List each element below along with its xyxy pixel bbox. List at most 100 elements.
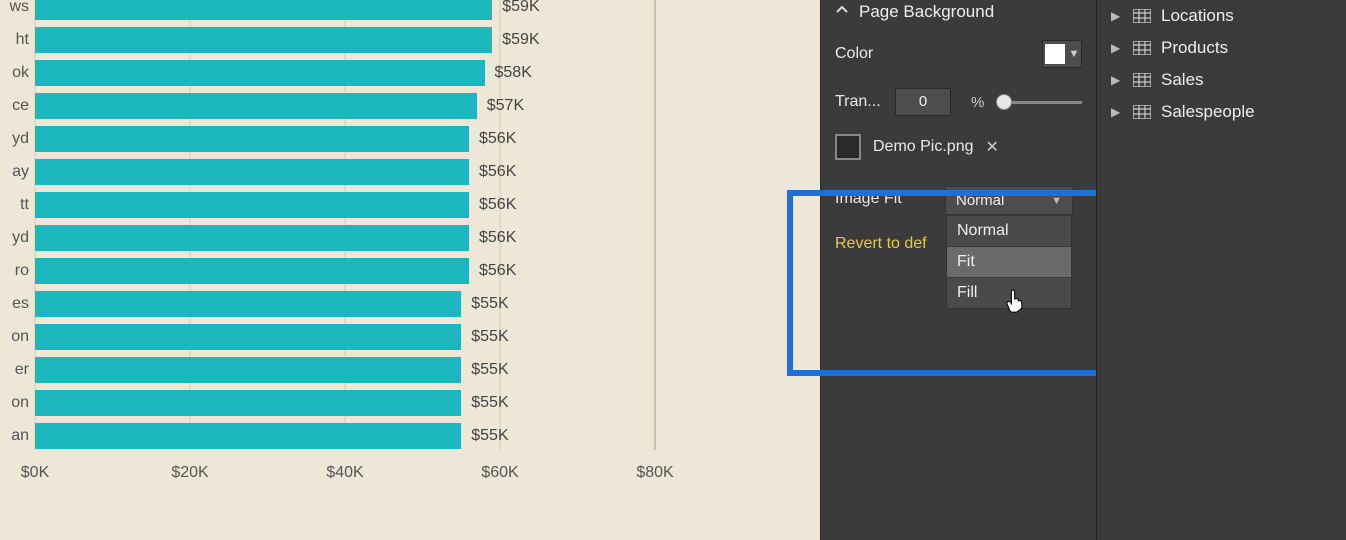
bar <box>35 60 485 86</box>
bar-row: an$55K <box>35 419 655 452</box>
bar-value-label: $55K <box>471 295 508 313</box>
image-filename: Demo Pic.png <box>873 138 974 156</box>
transparency-slider[interactable] <box>1004 88 1082 116</box>
x-axis: $0K$20K$40K$60K$80K <box>35 464 655 488</box>
image-thumbnail[interactable] <box>835 134 861 160</box>
transparency-input[interactable]: 0 <box>895 88 951 116</box>
table-icon <box>1133 9 1151 23</box>
bar <box>35 225 469 251</box>
bar-category-label: ay <box>0 163 35 181</box>
bar-category-label: ro <box>0 262 35 280</box>
color-row: Color ▼ <box>821 30 1096 78</box>
background-image-row: Demo Pic.png ✕ <box>821 126 1096 168</box>
image-fit-row: Image Fit Normal ▼ NormalFitFill <box>821 168 1096 225</box>
bar-value-label: $56K <box>479 163 516 181</box>
bar-value-label: $56K <box>479 196 516 214</box>
bar-value-label: $56K <box>479 229 516 247</box>
bar <box>35 357 461 383</box>
bar-category-label: er <box>0 361 35 379</box>
bar <box>35 0 492 20</box>
chevron-down-icon: ▼ <box>1069 48 1080 60</box>
bar-row: ws$59K <box>35 0 655 23</box>
bar-row: yd$56K <box>35 221 655 254</box>
fields-panel: ▶Locations▶Products▶Sales▶Salespeople <box>1096 0 1346 540</box>
bar <box>35 159 469 185</box>
dropdown-option[interactable]: Normal <box>947 215 1071 246</box>
chevron-right-icon: ▶ <box>1111 73 1123 87</box>
bar-value-label: $58K <box>495 64 532 82</box>
bar-row: ht$59K <box>35 23 655 56</box>
bar-value-label: $55K <box>471 361 508 379</box>
format-section-page-background[interactable]: Page Background <box>821 0 1096 30</box>
axis-tick-label: $20K <box>171 464 208 482</box>
section-title: Page Background <box>859 2 994 22</box>
bar-category-label: ok <box>0 64 35 82</box>
bar-row: tt$56K <box>35 188 655 221</box>
dropdown-option[interactable]: Fit <box>947 246 1071 277</box>
color-swatch <box>1045 44 1065 64</box>
bar-category-label: ws <box>0 0 35 16</box>
dropdown-option[interactable]: Fill <box>947 277 1071 308</box>
axis-tick-label: $0K <box>21 464 49 482</box>
bar-row: on$55K <box>35 320 655 353</box>
bar-row: yd$56K <box>35 122 655 155</box>
transparency-label: Tran... <box>835 93 881 111</box>
slider-thumb[interactable] <box>996 94 1012 110</box>
bar-chart: ws$59Kht$59Kok$58Kce$57Kyd$56Kay$56Ktt$5… <box>0 0 675 488</box>
bar-value-label: $59K <box>502 0 539 16</box>
bar-row: ok$58K <box>35 56 655 89</box>
bar-row: er$55K <box>35 353 655 386</box>
table-icon <box>1133 41 1151 55</box>
bar-value-label: $55K <box>471 394 508 412</box>
bar <box>35 126 469 152</box>
bar-value-label: $59K <box>502 31 539 49</box>
bar <box>35 423 461 449</box>
bar-category-label: es <box>0 295 35 313</box>
field-label: Salespeople <box>1161 102 1255 122</box>
bar-row: ay$56K <box>35 155 655 188</box>
table-icon <box>1133 105 1151 119</box>
bar-row: on$55K <box>35 386 655 419</box>
color-label: Color <box>835 45 1028 63</box>
bar <box>35 93 477 119</box>
axis-tick-label: $60K <box>481 464 518 482</box>
report-canvas[interactable]: ws$59Kht$59Kok$58Kce$57Kyd$56Kay$56Ktt$5… <box>0 0 820 540</box>
field-table-item[interactable]: ▶ Salespeople <box>1105 96 1338 128</box>
bar-category-label: on <box>0 328 35 346</box>
bar-value-label: $55K <box>471 328 508 346</box>
bar <box>35 291 461 317</box>
field-label: Products <box>1161 38 1228 58</box>
chevron-right-icon: ▶ <box>1111 9 1123 23</box>
axis-tick-label: $80K <box>636 464 673 482</box>
bar-category-label: an <box>0 427 35 445</box>
remove-image-button[interactable]: ✕ <box>986 137 999 157</box>
chevron-right-icon: ▶ <box>1111 41 1123 55</box>
chevron-right-icon: ▶ <box>1111 105 1123 119</box>
field-table-item[interactable]: ▶ Products <box>1105 32 1338 64</box>
field-table-item[interactable]: ▶Locations <box>1105 0 1338 32</box>
bar-category-label: yd <box>0 130 35 148</box>
bar <box>35 192 469 218</box>
bar <box>35 258 469 284</box>
bar-category-label: tt <box>0 196 35 214</box>
image-fit-label: Image Fit <box>835 186 931 208</box>
bar-category-label: ce <box>0 97 35 115</box>
chevron-up-icon <box>835 2 849 22</box>
transparency-unit: % <box>965 94 990 111</box>
bar-row: ce$57K <box>35 89 655 122</box>
bar <box>35 27 492 53</box>
bar-category-label: on <box>0 394 35 412</box>
bar-category-label: yd <box>0 229 35 247</box>
bar-value-label: $55K <box>471 427 508 445</box>
dropdown-selected: Normal <box>956 192 1004 209</box>
table-icon <box>1133 73 1151 87</box>
chevron-down-icon: ▼ <box>1051 195 1062 207</box>
transparency-row: Tran... 0 % <box>821 78 1096 126</box>
bar-value-label: $56K <box>479 262 516 280</box>
color-picker[interactable]: ▼ <box>1042 40 1082 68</box>
image-fit-dropdown[interactable]: Normal ▼ NormalFitFill <box>945 186 1073 215</box>
field-table-item[interactable]: ▶Sales <box>1105 64 1338 96</box>
bar <box>35 390 461 416</box>
bar-row: ro$56K <box>35 254 655 287</box>
bar-category-label: ht <box>0 31 35 49</box>
